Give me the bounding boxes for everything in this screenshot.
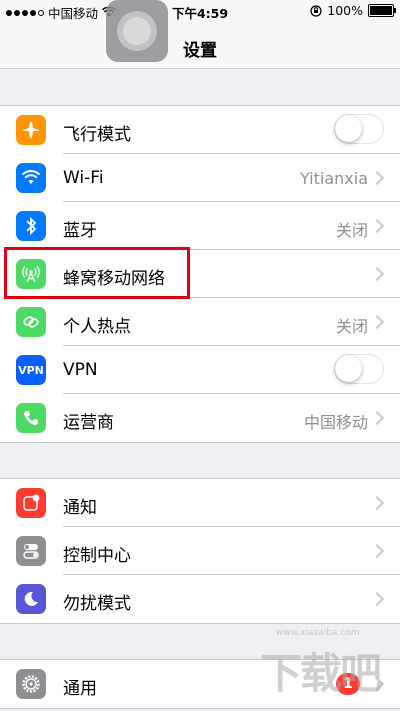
settings-row-control-center[interactable]: 控制中心 [0, 527, 400, 575]
update-badge: 1 [336, 673, 360, 695]
status-right: 100% [310, 3, 396, 18]
row-label: VPN [63, 360, 98, 380]
row-label: 蜂窝移动网络 [63, 269, 165, 289]
hotspot-icon [16, 307, 46, 337]
settings-row-notifications[interactable]: 通知 [0, 479, 400, 527]
row-label: 勿扰模式 [63, 594, 131, 614]
row-label: 控制中心 [63, 546, 131, 566]
vpn-icon: VPN [16, 355, 46, 385]
status-bar: 中国移动 下午4:59 100% [0, 0, 400, 22]
moon-icon [16, 584, 46, 614]
settings-row-bluetooth[interactable]: 蓝牙 关闭 [0, 202, 400, 250]
chevron-right-icon [369, 410, 385, 426]
watermark-url: www.xiazaiba.com [276, 628, 360, 638]
settings-row-vpn[interactable]: VPN VPN [0, 346, 400, 394]
connectivity-group: 飞行模式 Wi-Fi Yitianxia 蓝牙 关闭 蜂窝移动网络 个人热点 关… [0, 105, 400, 443]
chevron-right-icon [369, 314, 385, 330]
settings-row-do-not-disturb[interactable]: 勿扰模式 [0, 575, 400, 623]
row-label: 飞行模式 [63, 125, 131, 145]
row-label: 蓝牙 [63, 221, 97, 241]
page-title: 设置 [183, 41, 217, 61]
general-group: 通用 1 [0, 659, 400, 709]
assistive-touch-button[interactable] [106, 0, 168, 62]
bluetooth-status: 关闭 [335, 221, 368, 240]
phone-icon [16, 403, 46, 433]
settings-row-personal-hotspot[interactable]: 个人热点 关闭 [0, 298, 400, 346]
vpn-toggle[interactable] [334, 354, 384, 384]
chevron-right-icon [369, 170, 385, 186]
settings-row-carrier[interactable]: 运营商 中国移动 [0, 394, 400, 442]
settings-row-wifi[interactable]: Wi-Fi Yitianxia [0, 154, 400, 202]
wifi-icon [16, 163, 46, 193]
settings-row-cellular[interactable]: 蜂窝移动网络 [0, 250, 400, 298]
notifications-icon [16, 488, 46, 518]
chevron-right-icon [369, 591, 385, 607]
hotspot-status: 关闭 [335, 317, 368, 336]
airplane-icon [16, 115, 46, 145]
row-label: 运营商 [63, 413, 114, 433]
cellular-icon [16, 259, 46, 289]
row-label: 通知 [63, 498, 97, 518]
battery-icon [368, 4, 396, 17]
settings-row-airplane-mode[interactable]: 飞行模式 [0, 106, 400, 154]
chevron-right-icon [369, 543, 385, 559]
airplane-mode-toggle[interactable] [334, 114, 384, 144]
settings-row-general[interactable]: 通用 1 [0, 660, 400, 708]
wifi-network-name: Yitianxia [299, 169, 368, 188]
chevron-right-icon [369, 676, 385, 692]
gear-icon [16, 669, 46, 699]
battery-percent: 100% [327, 3, 363, 18]
navigation-bar: 设置 [0, 22, 400, 69]
row-label: 通用 [63, 679, 97, 699]
row-label: 个人热点 [63, 317, 131, 337]
chevron-right-icon [369, 218, 385, 234]
chevron-right-icon [369, 266, 385, 282]
orientation-lock-icon [310, 4, 322, 17]
control-center-icon [16, 536, 46, 566]
bluetooth-icon [16, 211, 46, 241]
chevron-right-icon [369, 495, 385, 511]
notifications-group: 通知 控制中心 勿扰模式 [0, 478, 400, 624]
row-label: Wi-Fi [63, 168, 104, 188]
carrier-name: 中国移动 [303, 413, 368, 432]
